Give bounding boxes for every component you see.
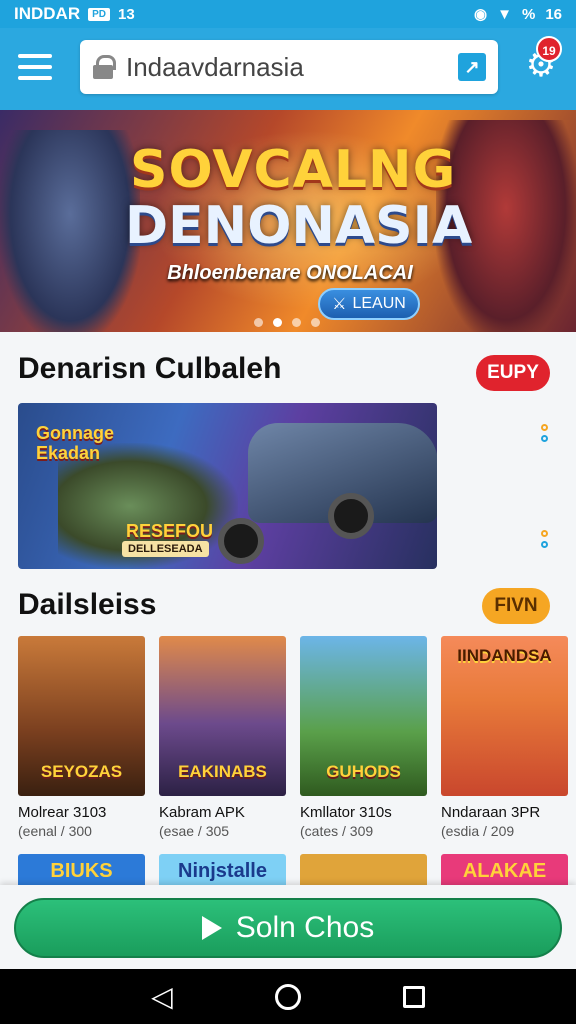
thumb-label: BIUKS	[50, 860, 113, 882]
featured-sub-badge: DELLESEADA	[122, 541, 209, 557]
home-icon[interactable]	[274, 983, 301, 1010]
daily-section-title: Dailsleiss	[18, 588, 157, 621]
game-meta: (eenal / 300	[18, 823, 92, 839]
thumb-label: GUHODS	[326, 762, 401, 781]
sword-icon: ⚔	[332, 296, 347, 313]
lock-icon	[92, 55, 116, 79]
carousel-dots[interactable]	[254, 318, 320, 327]
notification-badge: 19	[536, 36, 562, 62]
thumb-label: SEYOZAS	[40, 762, 123, 781]
search-input[interactable]	[126, 51, 458, 83]
settings-gear-icon[interactable]: ⚙ 19	[524, 36, 562, 82]
game-thumbnail[interactable]: EAKINABS	[159, 636, 286, 796]
menu-icon[interactable]	[18, 54, 52, 80]
car-wheel	[328, 493, 374, 539]
featured-section-title: Denarisn Culbaleh	[18, 352, 282, 385]
hero-learn-button[interactable]: ⚔ LEAUN	[318, 288, 420, 320]
featured-badge: RESEFOU	[126, 521, 214, 541]
search-bar[interactable]: ↗	[80, 40, 498, 94]
carousel-dot[interactable]	[254, 318, 263, 327]
carousel-dot-active[interactable]	[273, 318, 282, 327]
system-nav-bar: ◁	[0, 969, 576, 1024]
thumb-label: Ninjstalle	[178, 860, 267, 882]
hero-title-line2: DENONASIA	[125, 196, 473, 256]
game-thumbnail[interactable]: IINDANDSA	[441, 636, 568, 796]
bottom-action-panel: Soln Chos	[0, 885, 576, 969]
thumb-label: ALAKAE	[462, 860, 547, 882]
battery-label: %	[521, 5, 536, 23]
wifi-icon: ▼	[497, 5, 512, 23]
game-name: Kmllator 310s	[300, 804, 392, 821]
featured-pill-button[interactable]: EUPY	[476, 355, 550, 391]
daily-pill-button[interactable]: FIVN	[482, 588, 550, 624]
carousel-dot[interactable]	[311, 318, 320, 327]
game-thumbnail[interactable]: GUHODS	[300, 636, 427, 796]
game-name: Kabram APK	[159, 804, 245, 821]
scroll-indicator-bottom	[541, 530, 550, 548]
carousel-dot[interactable]	[292, 318, 301, 327]
game-meta: (cates / 309	[300, 823, 374, 839]
status-extra: 13	[118, 5, 135, 23]
game-meta: (esdia / 209	[441, 823, 515, 839]
hero-subtitle: Bhloenbenare ONOLACAI	[167, 262, 413, 284]
cta-label: Soln Chos	[235, 911, 375, 944]
hero-character-left	[0, 130, 140, 332]
signal-icon: ◉	[474, 6, 488, 23]
thumb-label: IINDANDSA	[457, 646, 552, 665]
featured-logo: Gonnage Ekadan	[36, 423, 115, 463]
game-name: Nndaraan 3PR	[441, 804, 541, 821]
game-meta: (esae / 305	[159, 823, 230, 839]
status-tag: PD	[88, 7, 111, 21]
back-icon[interactable]: ◁	[151, 980, 173, 1013]
game-card[interactable]: EAKINABS Kabram APK (esae / 305	[159, 636, 286, 839]
top-app-bar: ↗ ⚙ 19	[0, 28, 576, 110]
hero-title-line1: SOVCALNG	[130, 140, 457, 200]
hero-learn-label: LEAUN	[352, 295, 406, 312]
thumb-label: EAKINABS	[178, 762, 267, 781]
play-icon	[201, 916, 222, 940]
clock-label: 16	[545, 5, 562, 23]
game-card[interactable]: SEYOZAS Molrear 3103 (eenal / 300	[18, 636, 145, 839]
game-name: Molrear 3103	[18, 804, 107, 821]
game-card[interactable]: GUHODS Kmllator 310s (cates / 309	[300, 636, 427, 839]
scroll-indicator-top	[541, 424, 550, 442]
featured-banner[interactable]: Gonnage Ekadan RESEFOU DELLESEADA	[18, 403, 437, 569]
search-go-icon[interactable]: ↗	[458, 53, 486, 81]
status-bar: INDDAR PD 13 ◉ ▼ % 16	[0, 0, 576, 28]
game-thumbnail[interactable]: SEYOZAS	[18, 636, 145, 796]
car-wheel	[218, 518, 264, 564]
carrier-label: INDDAR	[14, 4, 81, 23]
recents-icon[interactable]	[402, 985, 425, 1008]
primary-cta-button[interactable]: Soln Chos	[14, 898, 562, 958]
game-card[interactable]: IINDANDSA Nndaraan 3PR (esdia / 209	[441, 636, 568, 839]
game-grid: SEYOZAS Molrear 3103 (eenal / 300 EAKINA…	[18, 636, 570, 839]
hero-banner[interactable]: SOVCALNG DENONASIA Bhloenbenare ONOLACAI…	[0, 110, 576, 332]
